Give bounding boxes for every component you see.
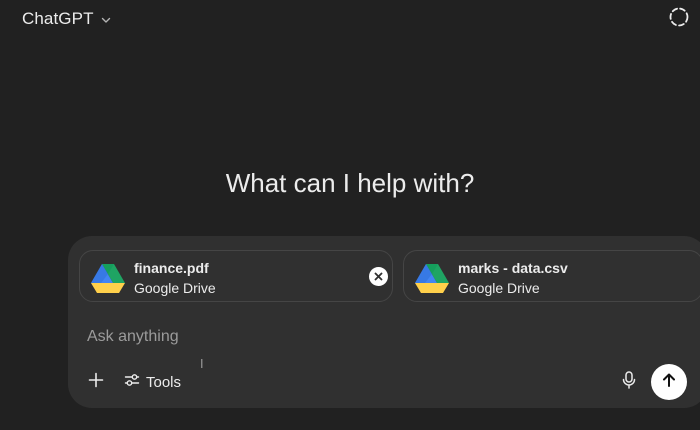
attachment-info: finance.pdf Google Drive — [134, 258, 216, 298]
page-title: What can I help with? — [225, 168, 475, 198]
dashed-circle-icon — [668, 6, 690, 33]
google-drive-icon — [415, 263, 449, 293]
attachment-file-name: marks - data.csv — [458, 260, 568, 276]
send-button[interactable] — [651, 364, 687, 400]
attachment-card[interactable]: marks - data.csv Google Drive — [403, 250, 700, 302]
chatgpt-new-chat-page: ChatGPT What can I help with? finance.pd… — [0, 0, 700, 430]
attachment-source: Google Drive — [458, 280, 540, 296]
arrow-up-icon — [661, 372, 677, 393]
attachment-file-name: finance.pdf — [134, 260, 209, 276]
tools-button[interactable]: Tools — [120, 370, 185, 394]
attachments-row: finance.pdf Google Drive marks - data.cs… — [79, 250, 700, 302]
mouse-cursor-icon: I — [200, 357, 204, 371]
remove-attachment-button[interactable] — [369, 267, 388, 286]
dictate-button[interactable] — [617, 370, 641, 394]
composer: finance.pdf Google Drive marks - data.cs… — [68, 236, 700, 408]
model-switcher[interactable]: ChatGPT — [14, 6, 120, 32]
close-icon — [374, 268, 383, 286]
microphone-icon — [621, 370, 637, 394]
attachment-info: marks - data.csv Google Drive — [458, 258, 568, 298]
model-name: ChatGPT — [22, 9, 94, 28]
tools-label: Tools — [146, 373, 182, 391]
google-drive-icon — [91, 263, 125, 293]
add-attachment-button[interactable] — [84, 370, 108, 394]
attachment-source: Google Drive — [134, 280, 216, 296]
plus-icon — [88, 372, 104, 393]
temporary-chat-button[interactable] — [666, 6, 692, 32]
prompt-input[interactable] — [87, 324, 627, 350]
sliders-icon — [124, 372, 140, 393]
chevron-down-icon — [100, 14, 112, 26]
attachment-card[interactable]: finance.pdf Google Drive — [79, 250, 393, 302]
